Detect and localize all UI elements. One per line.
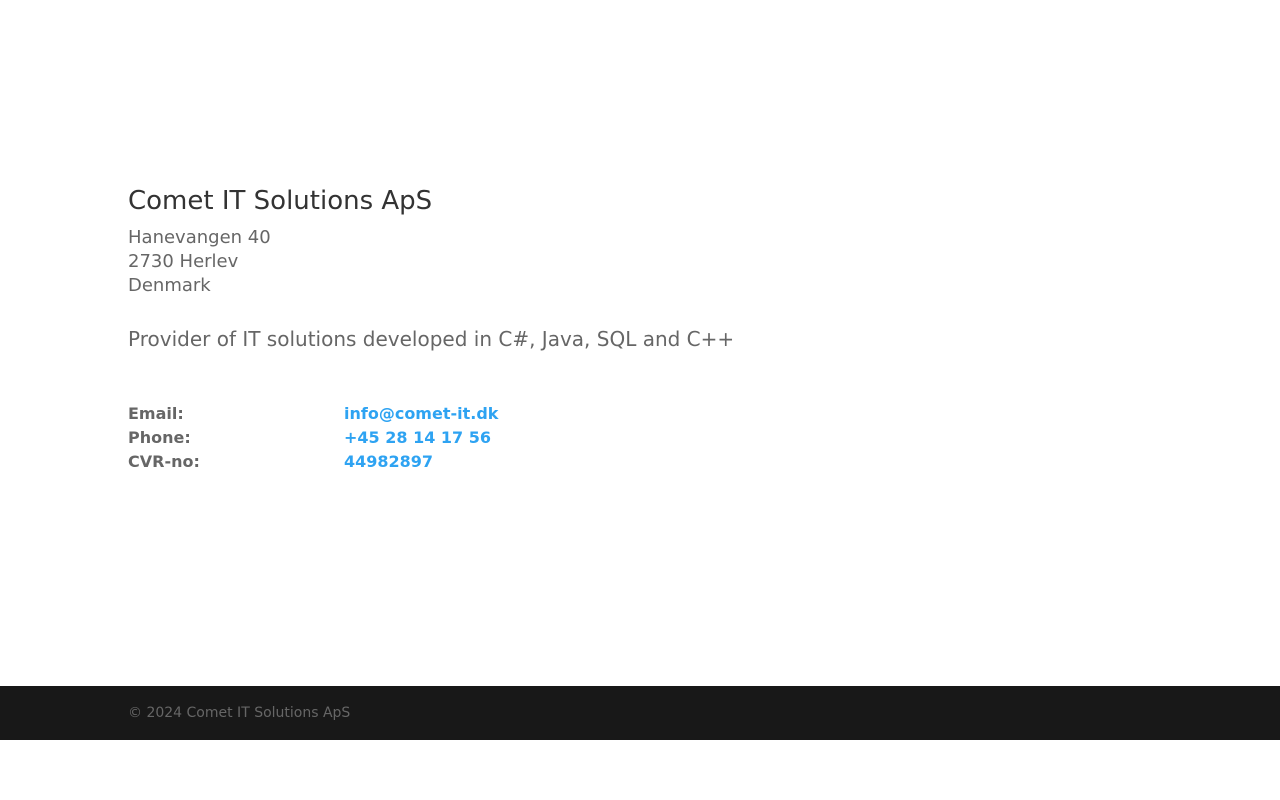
phone-label: Phone: xyxy=(128,428,191,447)
address-city: 2730 Herlev xyxy=(128,251,239,272)
company-name: Comet IT Solutions ApS xyxy=(128,186,433,216)
address-street: Hanevangen 40 xyxy=(128,227,271,248)
email-label: Email: xyxy=(128,404,184,423)
footer-bar: © 2024 Comet IT Solutions ApS xyxy=(0,686,1280,740)
address-country: Denmark xyxy=(128,275,211,296)
main-content: Comet IT Solutions ApS Hanevangen 40 273… xyxy=(128,182,1152,474)
page: Comet IT Solutions ApS Hanevangen 40 273… xyxy=(0,0,1280,800)
contact-row-phone: Phone: +45 28 14 17 56 xyxy=(128,426,1152,450)
address-block: Hanevangen 40 2730 Herlev Denmark xyxy=(128,226,1152,298)
contact-row-cvr: CVR-no: 44982897 xyxy=(128,450,1152,474)
email-link[interactable]: info@comet-it.dk xyxy=(344,402,498,426)
cvr-link[interactable]: 44982897 xyxy=(344,450,433,474)
footer-copyright: © 2024 Comet IT Solutions ApS xyxy=(128,705,351,721)
company-tagline: Provider of IT solutions developed in C#… xyxy=(128,327,735,351)
cvr-label: CVR-no: xyxy=(128,452,200,471)
phone-link[interactable]: +45 28 14 17 56 xyxy=(344,426,491,450)
contact-row-email: Email: info@comet-it.dk xyxy=(128,402,1152,426)
contact-table: Email: info@comet-it.dk Phone: +45 28 14… xyxy=(128,402,1152,474)
